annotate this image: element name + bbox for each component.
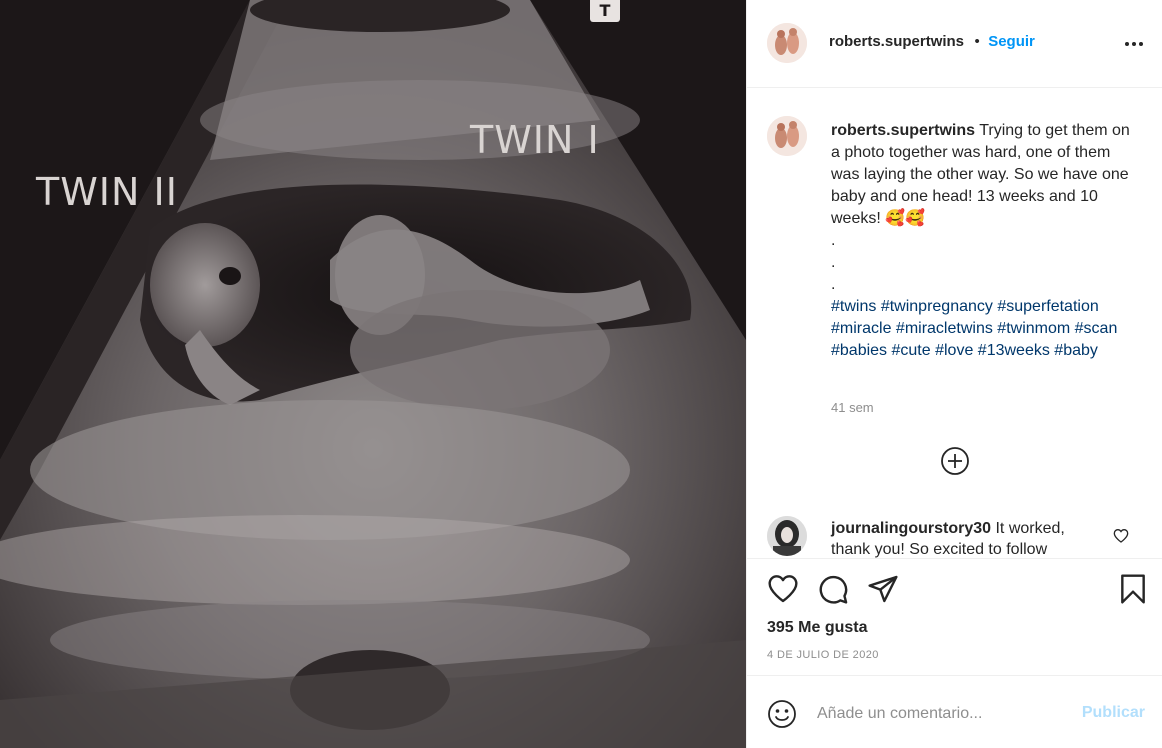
comment-input[interactable] [817,699,1067,729]
twin-i-label: TWIN I [470,118,600,162]
like-comment-heart-icon[interactable] [1113,528,1129,544]
caption-body: roberts.supertwins Trying to get them on… [831,120,1143,230]
hashtag-link[interactable]: #13weeks [978,342,1050,359]
caption-username[interactable]: roberts.supertwins [831,122,975,139]
comment-username[interactable]: journalingourstory30 [831,520,991,537]
hashtag-link[interactable]: #twins [831,298,876,315]
hashtag-link[interactable]: #love [935,342,973,359]
hashtag-link[interactable]: #babies [831,342,887,359]
comment-body: journalingourstory30 It worked, thank yo… [831,518,1106,558]
load-more-comments-icon[interactable] [940,446,970,476]
post-image[interactable]: TWIN II TWIN I T [0,0,746,748]
avatar-image [767,23,807,63]
hashtag-list: #twins #twinpregnancy #superfetation #mi… [831,296,1143,362]
comment-icon[interactable] [817,573,849,605]
likes-count[interactable]: 395 Me gusta [767,619,867,637]
caption-avatar[interactable] [767,116,807,156]
avatar-image [767,516,807,556]
header-username[interactable]: roberts.supertwins [829,33,964,50]
share-icon[interactable] [867,573,899,605]
avatar[interactable] [767,23,807,63]
hashtag-link[interactable]: #miracletwins [896,320,993,337]
post-date[interactable]: 4 DE JULIO DE 2020 [767,649,879,661]
separator-dot: • [974,33,980,50]
follow-button[interactable]: Seguir [988,33,1035,50]
post-panel: roberts.supertwins • Seguir roberts.supe… [746,0,1162,748]
hashtag-link[interactable]: #superfetation [997,298,1098,315]
add-comment-bar: Publicar [747,677,1162,748]
comment-item: journalingourstory30 It worked, thank yo… [767,514,1147,558]
avatar-image [767,116,807,156]
orientation-marker: T [590,0,620,22]
caption-dot: . [831,254,836,271]
hashtag-link[interactable]: #twinpregnancy [881,298,993,315]
caption-timestamp[interactable]: 41 sem [831,400,874,415]
twin-ii-label: TWIN II [36,170,178,214]
commenter-avatar[interactable] [767,516,807,556]
ultrasound-scan [0,0,746,748]
hashtag-link[interactable]: #cute [892,342,931,359]
post-header: roberts.supertwins • Seguir [747,0,1162,88]
heart-icon[interactable] [767,573,799,605]
publish-button[interactable]: Publicar [1082,704,1145,722]
bookmark-icon[interactable] [1117,573,1149,605]
hashtag-link[interactable]: #baby [1054,342,1098,359]
post-actions: 395 Me gusta 4 DE JULIO DE 2020 [747,558,1162,676]
more-options-icon[interactable] [1125,34,1145,54]
post-caption: roberts.supertwins Trying to get them on… [831,120,1143,362]
header-user-row: roberts.supertwins • Seguir [829,33,1035,51]
caption-dot: . [831,232,836,249]
emoji-icon[interactable] [767,699,797,729]
hashtag-link[interactable]: #miracle [831,320,891,337]
hashtag-link[interactable]: #scan [1075,320,1118,337]
hashtag-link[interactable]: #twinmom [997,320,1070,337]
caption-dot: . [831,276,836,293]
